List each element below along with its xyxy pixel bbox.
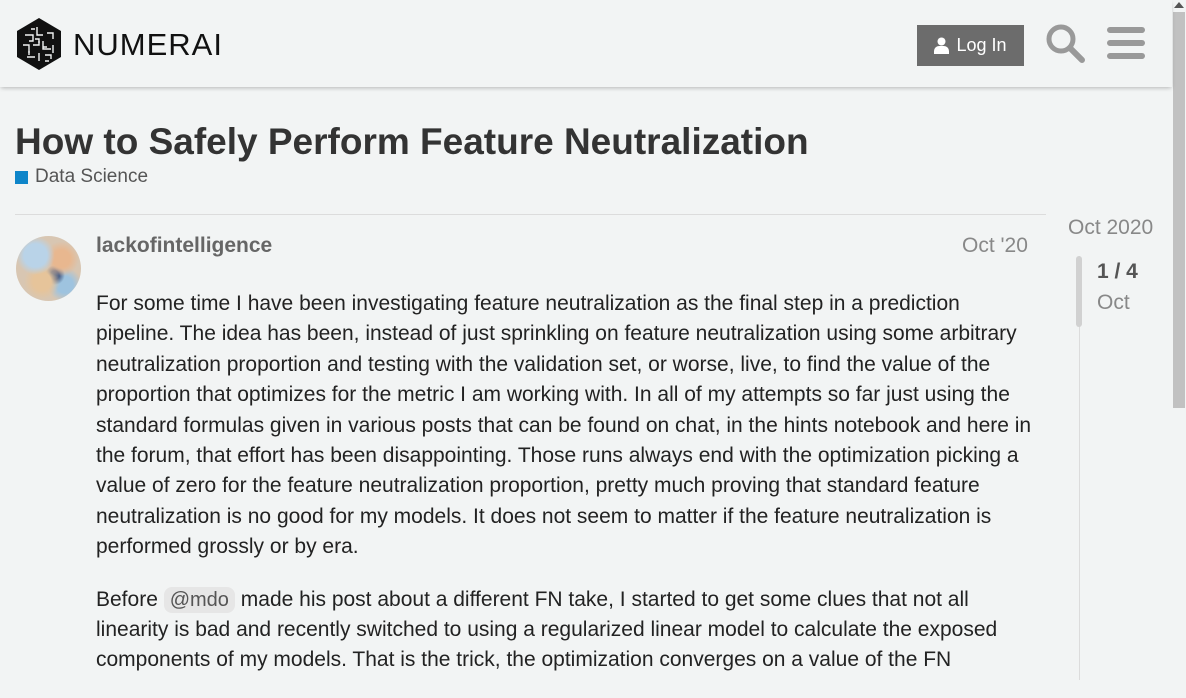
post-paragraph-2: Before @mdo made his post about a differ…	[96, 585, 1036, 676]
post-date[interactable]: Oct '20	[962, 234, 1028, 258]
avatar[interactable]	[16, 236, 81, 301]
topic-title[interactable]: How to Safely Perform Feature Neutraliza…	[15, 119, 809, 164]
post-paragraph-1: For some time I have been investigating …	[96, 292, 1032, 559]
search-icon[interactable]	[1045, 23, 1085, 63]
site-logo[interactable]: NUMERAI	[15, 17, 223, 71]
login-button[interactable]: Log In	[917, 25, 1024, 66]
user-mention[interactable]: @mdo	[163, 586, 235, 613]
site-header: NUMERAI Log In	[0, 0, 1172, 87]
scroll-up-arrow-icon[interactable]	[1174, 2, 1184, 8]
timeline-handle[interactable]	[1076, 256, 1082, 327]
scrollbar-thumb[interactable]	[1173, 12, 1185, 408]
topic-divider	[15, 214, 1046, 215]
post-body: For some time I have been investigating …	[96, 289, 1036, 698]
category-label: Data Science	[35, 166, 149, 187]
timeline-start-date[interactable]: Oct 2020	[1068, 216, 1153, 240]
user-icon	[934, 37, 950, 54]
numerai-logo-icon	[17, 18, 61, 70]
timeline-current-month: Oct	[1097, 291, 1130, 314]
hamburger-icon[interactable]	[1107, 25, 1145, 61]
category-badge[interactable]: Data Science	[15, 166, 148, 188]
timeline-position: 1 / 4	[1097, 260, 1138, 283]
login-label: Log In	[956, 35, 1007, 55]
paragraph-2-start: Before	[96, 587, 158, 611]
category-color-square	[15, 170, 28, 184]
post-username[interactable]: lackofintelligence	[96, 234, 272, 258]
logo-text: NUMERAI	[73, 26, 223, 62]
